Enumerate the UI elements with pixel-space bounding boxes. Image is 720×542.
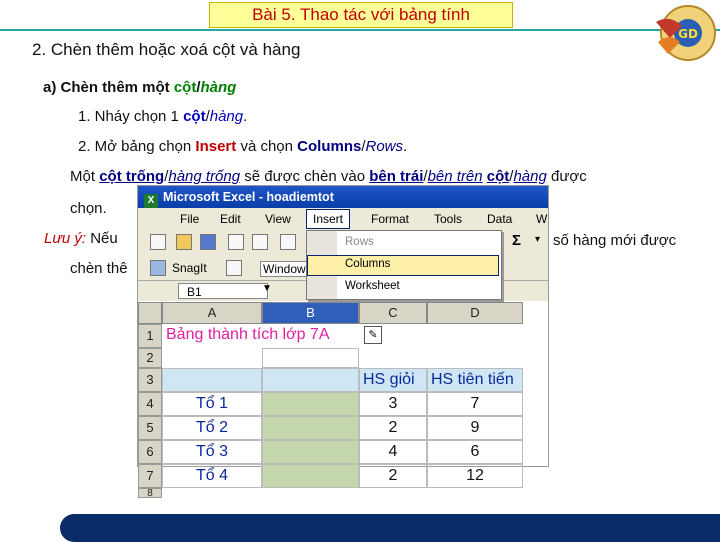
permission-icon[interactable] [228, 234, 244, 250]
excel-menubar: File Edit View Insert Format Tools Data … [138, 208, 548, 230]
snagit-icon[interactable] [150, 260, 166, 276]
cell-c3[interactable]: HS giỏi [359, 368, 427, 392]
menu-data[interactable]: Data [487, 212, 512, 226]
window-dropdown[interactable]: Window [260, 261, 309, 277]
cell-team-1[interactable]: Tổ 1 [162, 392, 262, 416]
row-header-6[interactable]: 6 [138, 440, 162, 464]
cell-tientien-3[interactable]: 6 [427, 440, 523, 464]
corner-cell[interactable] [138, 302, 162, 324]
menu-format[interactable]: Format [371, 212, 409, 226]
step-1: 1. Nháy chọn 1 cột/hàng. [78, 108, 248, 125]
row-header-1[interactable]: 1 [138, 324, 162, 348]
menu-insert[interactable]: Insert [306, 209, 351, 229]
cell-team-3[interactable]: Tổ 3 [162, 440, 262, 464]
menu-item-rows[interactable]: Rows [345, 236, 374, 248]
chevron-down-icon[interactable]: ▼ [262, 283, 272, 294]
excel-title-bar: X Microsoft Excel - hoadiemtot [138, 186, 548, 208]
capture-icon[interactable] [226, 260, 242, 276]
col-header-a[interactable]: A [162, 302, 262, 324]
cell-gioi-1[interactable]: 3 [359, 392, 427, 416]
row-header-4[interactable]: 4 [138, 392, 162, 416]
cell-b3[interactable] [262, 368, 359, 392]
col-header-d[interactable]: D [427, 302, 523, 324]
menu-edit[interactable]: Edit [220, 212, 241, 226]
footer-bar [60, 514, 720, 542]
cell-gioi-4[interactable]: 2 [359, 464, 427, 488]
cell-tientien-4[interactable]: 12 [427, 464, 523, 488]
row-header-3[interactable]: 3 [138, 368, 162, 392]
row-header-7[interactable]: 7 [138, 464, 162, 488]
open-icon[interactable] [176, 234, 192, 250]
cell-gioi-3[interactable]: 4 [359, 440, 427, 464]
excel-icon: X [144, 194, 158, 208]
note-start: Lưu ý: Nếu [44, 230, 118, 247]
row-header-5[interactable]: 5 [138, 416, 162, 440]
cell-b5[interactable] [262, 416, 359, 440]
cell-a3[interactable] [162, 368, 262, 392]
menu-tools[interactable]: Tools [434, 212, 462, 226]
email-icon[interactable] [252, 234, 268, 250]
section-heading: 2. Chèn thêm hoặc xoá cột và hàng [32, 40, 301, 59]
cell-b2[interactable] [262, 348, 359, 368]
sub-heading: a) Chèn thêm một cột/hàng [43, 79, 237, 96]
print-icon[interactable] [280, 234, 296, 250]
new-icon[interactable] [150, 234, 166, 250]
row-header-8[interactable]: 8 [138, 488, 162, 498]
cell-b6[interactable] [262, 440, 359, 464]
autosum-icon[interactable]: Σ [512, 232, 521, 249]
paragraph-result: Một cột trống/hàng trống sẽ được chèn và… [70, 168, 587, 185]
slide-title: Bài 5. Thao tác với bảng tính [209, 2, 513, 28]
note-tail: số hàng mới được [553, 232, 677, 249]
note-line2: chèn thê [70, 260, 128, 277]
name-box[interactable]: B1 [178, 283, 268, 299]
snagit-label[interactable]: SnagIt [172, 261, 207, 275]
paragraph-result-line2: chọn. [70, 200, 107, 217]
menu-item-columns[interactable]: Columns [345, 258, 390, 270]
menu-item-worksheet[interactable]: Worksheet [345, 280, 400, 292]
menu-file[interactable]: File [180, 212, 199, 226]
col-header-c[interactable]: C [359, 302, 427, 324]
logo-text: GD [678, 27, 698, 41]
education-logo: GD [656, 5, 716, 61]
cell-team-4[interactable]: Tổ 4 [162, 464, 262, 488]
menu-window[interactable]: W [536, 212, 547, 226]
menu-view[interactable]: View [265, 212, 291, 226]
spreadsheet-grid: A B C D 1 2 3 4 5 6 7 8 Bảng thành tích … [138, 302, 548, 498]
col-header-b[interactable]: B [262, 302, 359, 324]
cell-d3[interactable]: HS tiên tiến [427, 368, 523, 392]
save-icon[interactable] [200, 234, 216, 250]
header-divider [0, 29, 720, 31]
cell-b7[interactable] [262, 464, 359, 488]
cell-gioi-2[interactable]: 2 [359, 416, 427, 440]
cell-tientien-1[interactable]: 7 [427, 392, 523, 416]
cell-b4[interactable] [262, 392, 359, 416]
insert-menu-dropdown: Rows Columns Worksheet [306, 230, 502, 300]
cell-a1[interactable]: Bảng thành tích lớp 7A [162, 324, 357, 348]
paste-options-icon[interactable]: ✎ [364, 326, 382, 344]
row-header-2[interactable]: 2 [138, 348, 162, 368]
menu-highlight [307, 255, 499, 276]
cell-tientien-2[interactable]: 9 [427, 416, 523, 440]
cell-team-2[interactable]: Tổ 2 [162, 416, 262, 440]
step-2: 2. Mở bảng chọn Insert và chọn Columns/R… [78, 138, 408, 155]
chevron-down-icon[interactable]: ▾ [535, 234, 540, 245]
